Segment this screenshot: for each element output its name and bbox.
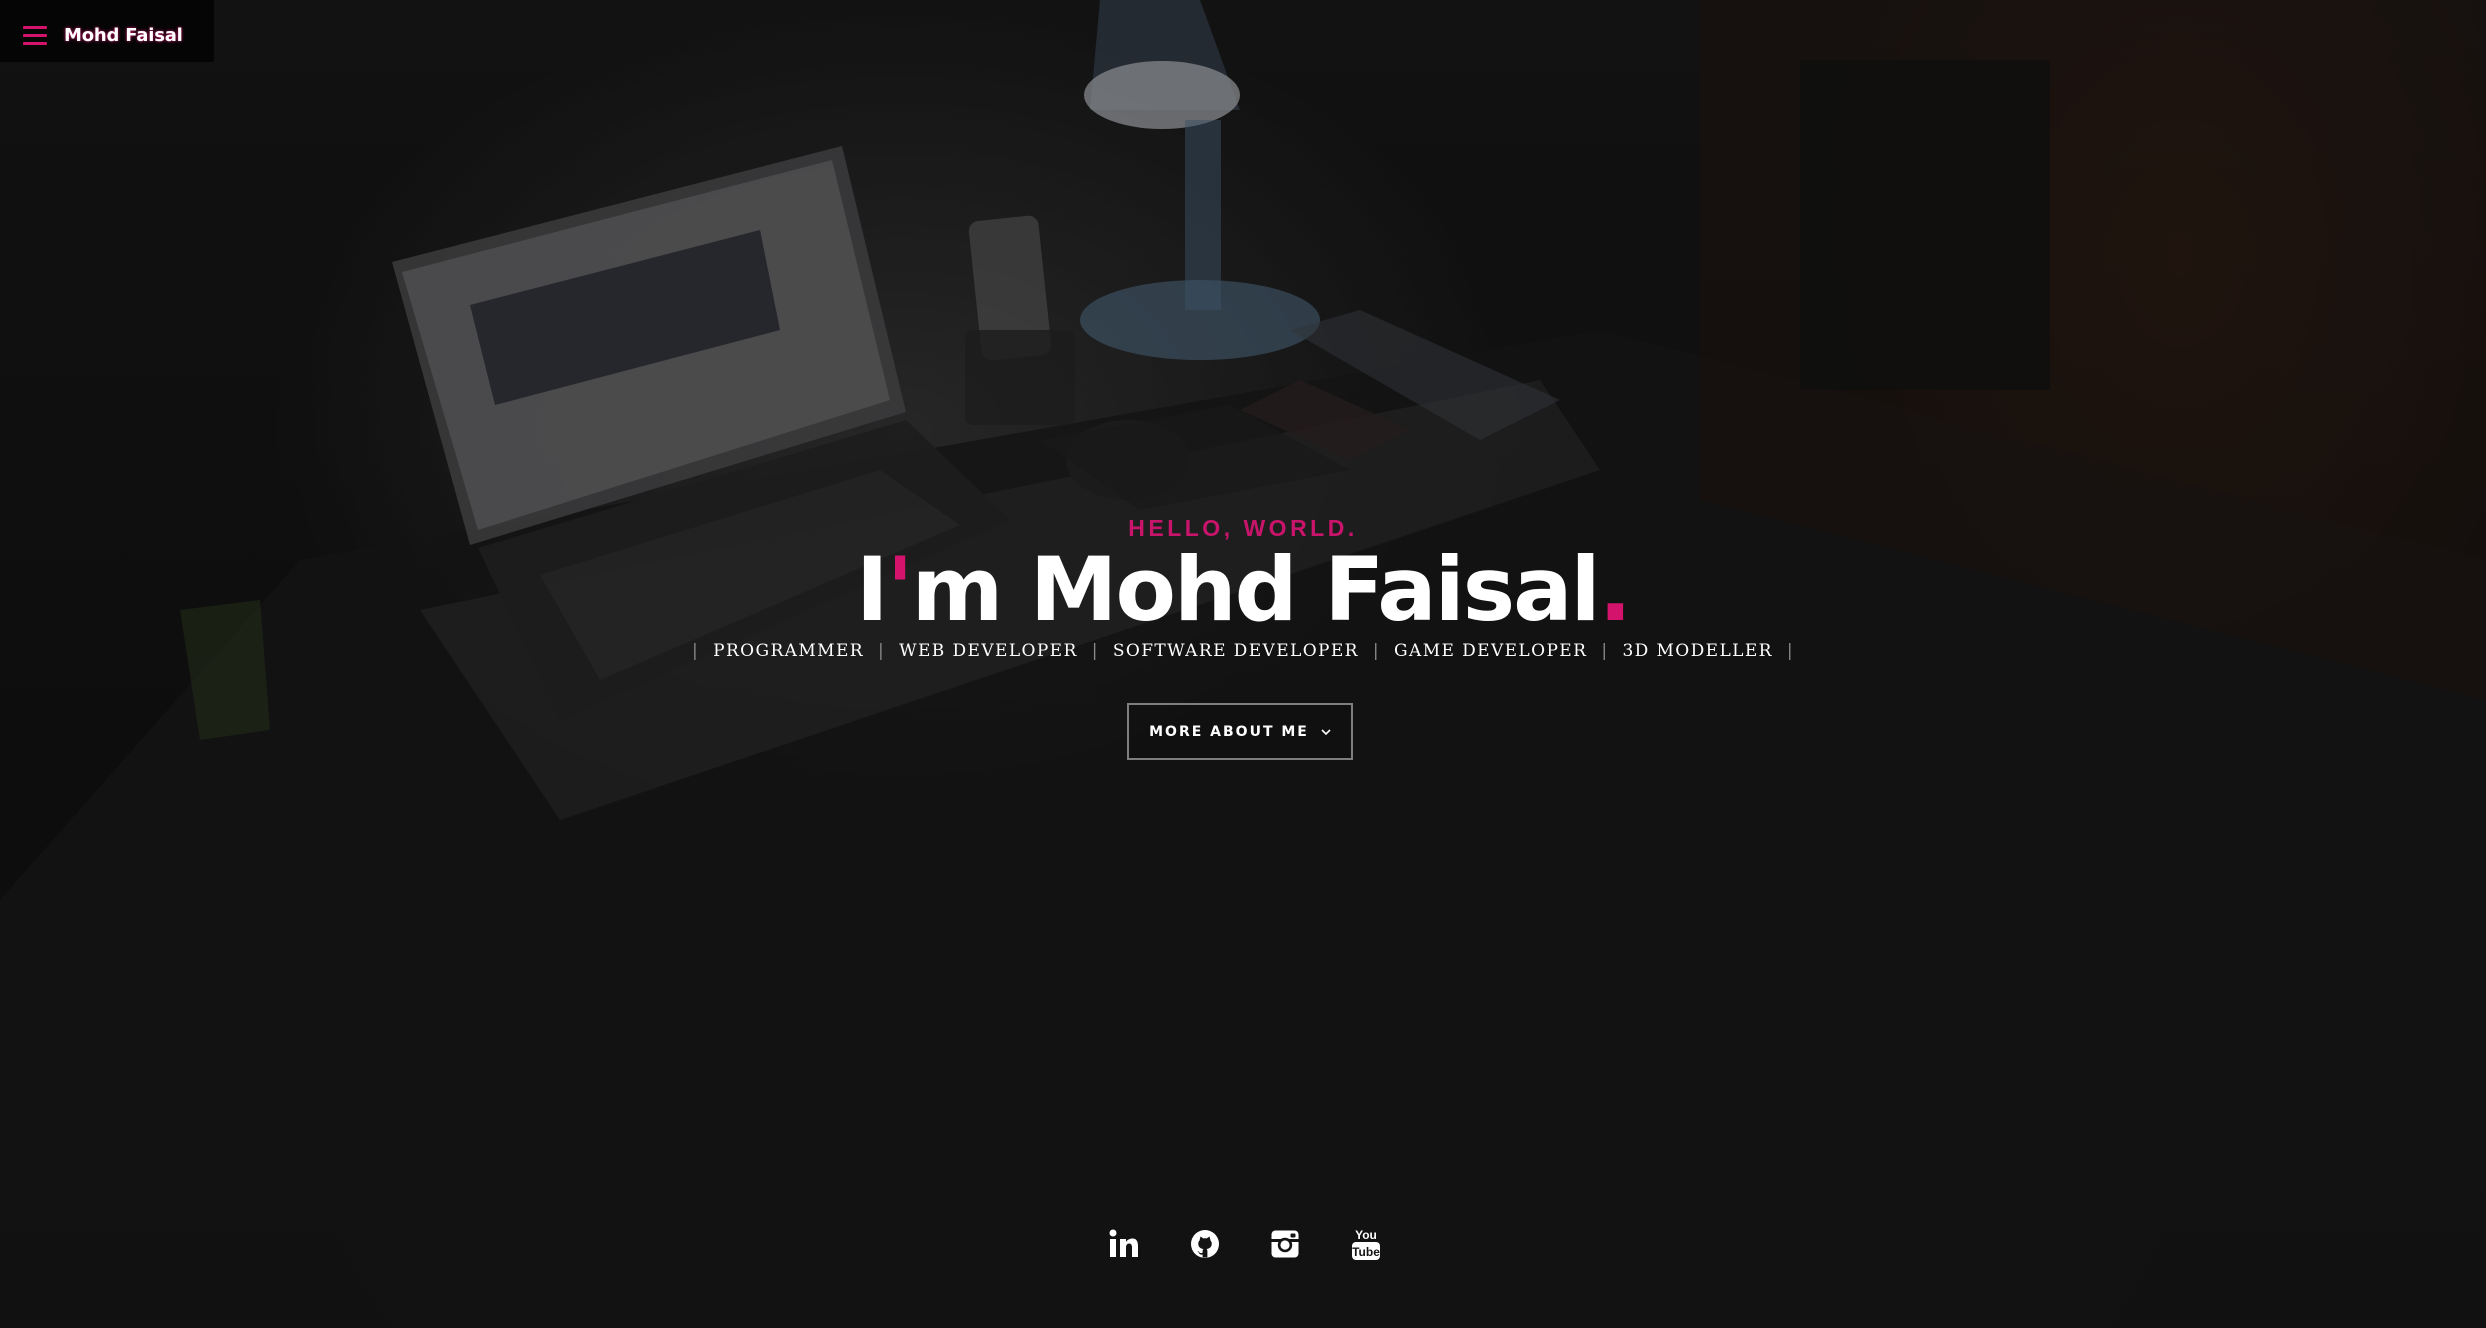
youtube-icon-top-text: You bbox=[1355, 1228, 1377, 1242]
roles-list: | PROGRAMMER | WEB DEVELOPER | SOFTWARE DEVEL… bbox=[0, 641, 2486, 661]
github-icon bbox=[1190, 1230, 1219, 1258]
role-separator: | bbox=[691, 641, 700, 661]
chevron-down-icon bbox=[1321, 728, 1331, 735]
cta-label: MORE ABOUT ME bbox=[1149, 723, 1309, 740]
role-separator: | bbox=[1786, 641, 1795, 661]
instagram-icon bbox=[1271, 1230, 1299, 1258]
more-about-me-button[interactable]: MORE ABOUT ME bbox=[1127, 703, 1353, 760]
youtube-link[interactable]: You Tube bbox=[1347, 1225, 1385, 1263]
youtube-icon-bottom-text: Tube bbox=[1352, 1245, 1380, 1259]
instagram-link[interactable] bbox=[1266, 1225, 1304, 1263]
role-separator: | bbox=[1372, 641, 1381, 661]
role-separator: | bbox=[1091, 641, 1099, 661]
linkedin-icon bbox=[1109, 1229, 1138, 1257]
title-apostrophe: ' bbox=[886, 538, 914, 641]
role-item: 3D MODELLER bbox=[1622, 641, 1773, 661]
role-item: PROGRAMMER bbox=[713, 641, 864, 661]
youtube-icon: You Tube bbox=[1351, 1228, 1380, 1260]
github-link[interactable] bbox=[1186, 1225, 1224, 1263]
role-separator: | bbox=[877, 641, 886, 661]
hero-section: HELLO, WORLD. I'm Mohd Faisal. | PROGRAMM… bbox=[0, 0, 2486, 1328]
title-prefix: I bbox=[855, 538, 889, 641]
title-main: m Mohd Faisal bbox=[911, 538, 1601, 641]
social-links: You Tube bbox=[1105, 1222, 1385, 1266]
linkedin-link[interactable] bbox=[1105, 1225, 1143, 1263]
role-separator: | bbox=[1601, 641, 1609, 661]
hero-title: I'm Mohd Faisal. bbox=[0, 540, 2486, 640]
role-item: SOFTWARE DEVELOPER bbox=[1112, 641, 1359, 661]
hero-background: Mohd Faisal HELLO, WORLD. I'm Mohd Faisa… bbox=[0, 0, 2486, 1328]
role-item: WEB DEVELOPER bbox=[899, 641, 1078, 661]
title-dot: . bbox=[1598, 538, 1632, 641]
role-item: GAME DEVELOPER bbox=[1394, 641, 1588, 661]
